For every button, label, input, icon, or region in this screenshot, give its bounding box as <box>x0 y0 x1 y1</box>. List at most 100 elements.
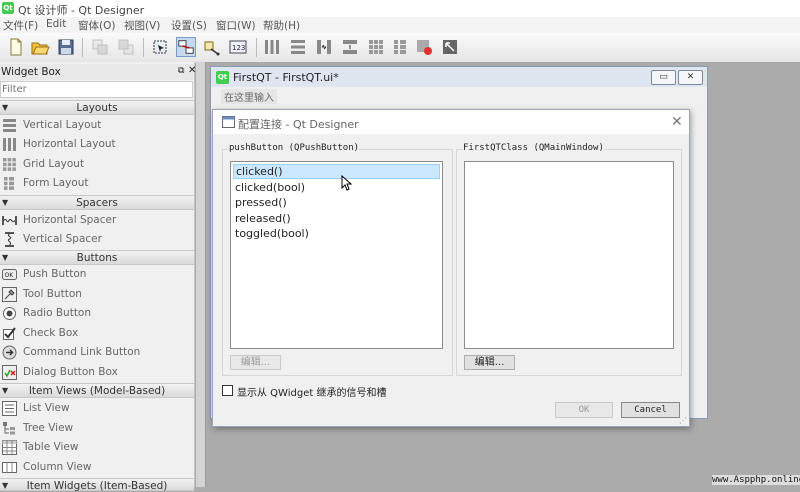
category-label: Buttons <box>76 252 118 264</box>
layout-horizontal-icon[interactable] <box>262 37 282 57</box>
filter-box[interactable] <box>0 81 193 98</box>
filter-input[interactable] <box>1 82 182 97</box>
signals-group-title: pushButton (QPushButton) <box>229 143 360 153</box>
widget-item-label: Grid Layout <box>23 158 85 170</box>
widget-item-horizontal-layout[interactable]: Horizontal Layout <box>0 135 194 154</box>
show-inherited-label: 显示从 QWidget 继承的信号和槽 <box>237 388 387 399</box>
signals-list[interactable]: clicked() clicked(bool) pressed() releas… <box>230 161 443 349</box>
signal-item[interactable]: toggled(bool) <box>233 226 442 241</box>
widget-item-form-layout[interactable]: Form Layout <box>0 174 194 193</box>
send-to-back-icon[interactable] <box>90 37 110 57</box>
widget-item-label: Command Link Button <box>23 346 141 358</box>
layout-grid-icon[interactable] <box>366 37 386 57</box>
signal-item[interactable]: clicked() <box>233 164 440 179</box>
widget-item-check-box[interactable]: Check Box <box>0 324 194 343</box>
minimize-button[interactable]: ▭ <box>651 70 676 85</box>
push-button-icon: OK <box>2 269 17 280</box>
radio-button-icon <box>3 307 16 320</box>
category-item-widgets[interactable]: ▼ Item Widgets (Item-Based) <box>0 478 194 492</box>
menu-help[interactable]: 帮助(H) <box>263 18 300 33</box>
menu-view[interactable]: 视图(V) <box>124 18 160 33</box>
widget-item-radio-button[interactable]: Radio Button <box>0 304 194 323</box>
edit-tab-order-icon[interactable]: 123 <box>228 37 248 57</box>
widget-item-vertical-spacer[interactable]: Vertical Spacer <box>0 230 194 249</box>
minimize-icon: ▭ <box>659 72 668 82</box>
layout-vertical-splitter-icon[interactable] <box>340 37 360 57</box>
app-title-bar: Qt Qt 设计师 - Qt Designer <box>0 0 800 17</box>
svg-text:123: 123 <box>232 44 245 52</box>
form-title-bar: Qt FirstQT - FirstQT.ui* ▭ ✕ <box>211 67 707 87</box>
widget-item-tool-button[interactable]: Tool Button <box>0 285 194 304</box>
menu-window[interactable]: 窗口(W) <box>216 18 256 33</box>
main-toolbar: 123 <box>0 33 800 63</box>
widget-item-label: Push Button <box>23 268 87 280</box>
layout-horizontal-splitter-icon[interactable] <box>314 37 334 57</box>
menu-file[interactable]: 文件(F) <box>3 18 38 33</box>
edit-signals-button[interactable]: 编辑... <box>230 355 281 370</box>
slots-group-title: FirstQTClass (QMainWindow) <box>463 143 604 153</box>
widget-item-horizontal-spacer[interactable]: Horizontal Spacer <box>0 211 194 230</box>
configure-connection-dialog: 配置连接 - Qt Designer ✕ pushButton (QPushBu… <box>212 109 690 427</box>
widget-item-vertical-layout[interactable]: Vertical Layout <box>0 116 194 135</box>
svg-text:OK: OK <box>5 272 15 279</box>
float-icon[interactable]: ⧉ <box>178 66 184 76</box>
signal-item[interactable]: pressed() <box>233 195 442 210</box>
save-icon[interactable] <box>56 37 76 57</box>
edit-slots-button[interactable]: 编辑... <box>464 355 515 370</box>
mouse-cursor-icon <box>341 175 353 191</box>
category-spacers[interactable]: ▼ Spacers <box>0 195 194 210</box>
grid-layout-icon <box>3 158 16 171</box>
category-layouts[interactable]: ▼ Layouts <box>0 100 194 115</box>
widget-item-command-link-button[interactable]: Command Link Button <box>0 343 194 362</box>
dialog-close-icon[interactable]: ✕ <box>671 114 683 130</box>
adjust-size-icon[interactable] <box>440 37 460 57</box>
resize-grip-icon[interactable]: ⋰ <box>679 416 687 425</box>
vertical-scrollbar[interactable] <box>196 62 206 487</box>
horizontal-spacer-icon <box>2 216 17 225</box>
bring-to-front-icon[interactable] <box>116 37 136 57</box>
table-view-icon <box>2 440 17 455</box>
edit-widgets-icon[interactable] <box>150 37 170 57</box>
menu-settings[interactable]: 设置(S) <box>171 18 207 33</box>
widget-box-title-bar: Widget Box ⧉ ✕ <box>0 64 196 80</box>
open-folder-icon[interactable] <box>30 37 50 57</box>
widget-item-label: List View <box>23 402 70 414</box>
signal-item[interactable]: clicked(bool) <box>233 180 442 195</box>
dialog-title: 配置连接 - Qt Designer <box>238 118 359 131</box>
toolbar-separator <box>82 38 83 57</box>
widget-item-label: Vertical Layout <box>23 119 102 131</box>
dialog-title-bar: 配置连接 - Qt Designer ✕ <box>213 110 689 134</box>
break-layout-icon[interactable] <box>414 37 434 57</box>
widget-box-panel: Widget Box ⧉ ✕ ▼ Layouts Vertical Layout… <box>0 62 196 492</box>
category-label: Item Views (Model-Based) <box>28 385 166 397</box>
check-box-icon <box>3 327 16 340</box>
widget-item-grid-layout[interactable]: Grid Layout <box>0 155 194 174</box>
menu-type-here[interactable]: 在这里输入 <box>221 89 277 104</box>
widget-item-list-view[interactable]: List View <box>0 399 194 418</box>
widget-item-tree-view[interactable]: Tree View <box>0 419 194 438</box>
slots-list[interactable] <box>464 161 674 349</box>
widget-item-table-view[interactable]: Table View <box>0 438 194 457</box>
widget-item-push-button[interactable]: OK Push Button <box>0 265 194 284</box>
widget-item-dialog-button-box[interactable]: Dialog Button Box <box>0 363 194 382</box>
ok-button[interactable]: OK <box>555 402 613 418</box>
category-label: Spacers <box>76 197 118 209</box>
dialog-app-icon <box>222 116 235 128</box>
widget-item-column-view[interactable]: Column View <box>0 458 194 477</box>
edit-buddies-icon[interactable] <box>202 37 222 57</box>
menu-edit[interactable]: Edit <box>46 18 66 30</box>
widget-item-label: Horizontal Spacer <box>23 214 117 226</box>
cancel-button[interactable]: Cancel <box>621 402 680 418</box>
show-inherited-checkbox[interactable] <box>222 385 233 396</box>
layout-vertical-icon[interactable] <box>288 37 308 57</box>
menu-form[interactable]: 窗体(O) <box>78 18 115 33</box>
category-item-views[interactable]: ▼ Item Views (Model-Based) <box>0 383 194 398</box>
signal-item[interactable]: released() <box>233 211 442 226</box>
new-file-icon[interactable] <box>6 37 26 57</box>
widget-item-label: Form Layout <box>23 177 89 189</box>
category-label: Layouts <box>76 102 118 114</box>
form-close-button[interactable]: ✕ <box>678 70 703 85</box>
edit-signals-slots-icon[interactable] <box>176 37 196 57</box>
layout-form-icon[interactable] <box>390 37 410 57</box>
category-buttons[interactable]: ▼ Buttons <box>0 250 194 265</box>
